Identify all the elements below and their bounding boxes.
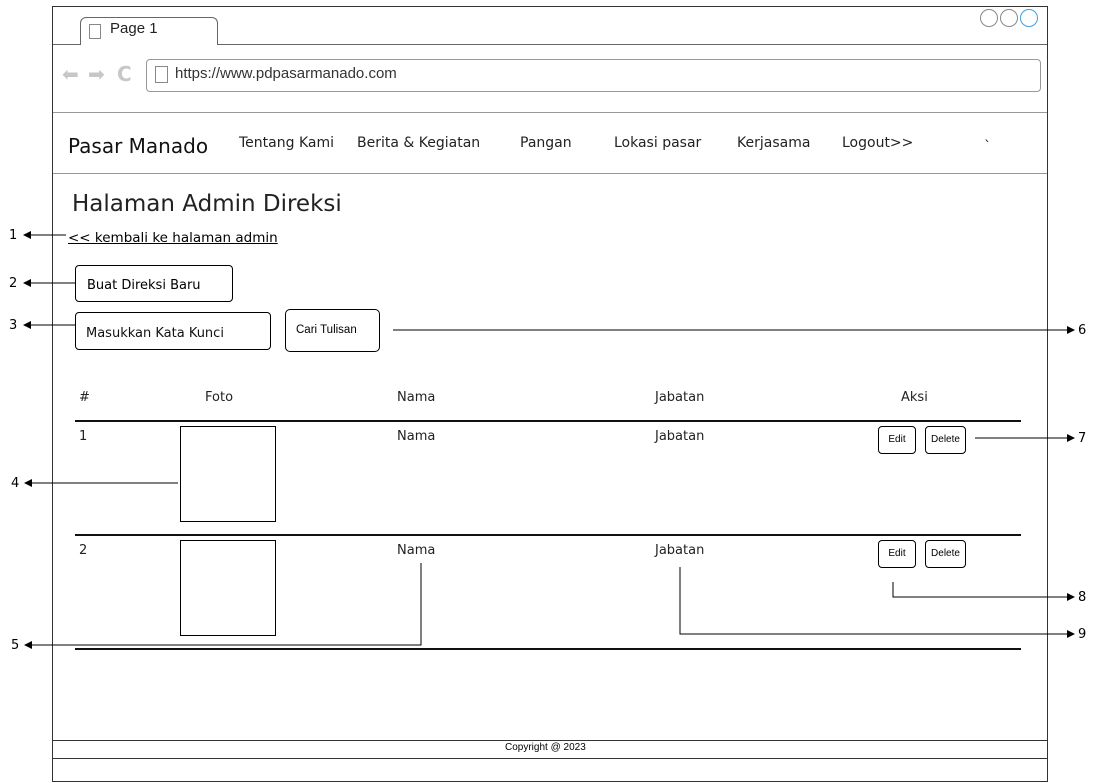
annotation-number-1: 1 bbox=[9, 228, 18, 243]
annotation-number-4: 4 bbox=[11, 476, 20, 491]
annotation-arrow-9 bbox=[679, 567, 1075, 638]
annotation-number-6: 6 bbox=[1078, 323, 1087, 338]
annotation-number-3: 3 bbox=[9, 318, 18, 333]
annotation-arrow-5 bbox=[24, 563, 422, 649]
annotation-number-5: 5 bbox=[11, 638, 20, 653]
annotation-number-2: 2 bbox=[9, 276, 18, 291]
annotation-number-8: 8 bbox=[1078, 590, 1087, 605]
annotation-number-7: 7 bbox=[1078, 431, 1087, 446]
annotation-arrows bbox=[23, 231, 1075, 649]
annotation-number-9: 9 bbox=[1078, 627, 1087, 642]
annotation-arrow-8 bbox=[892, 582, 1075, 601]
